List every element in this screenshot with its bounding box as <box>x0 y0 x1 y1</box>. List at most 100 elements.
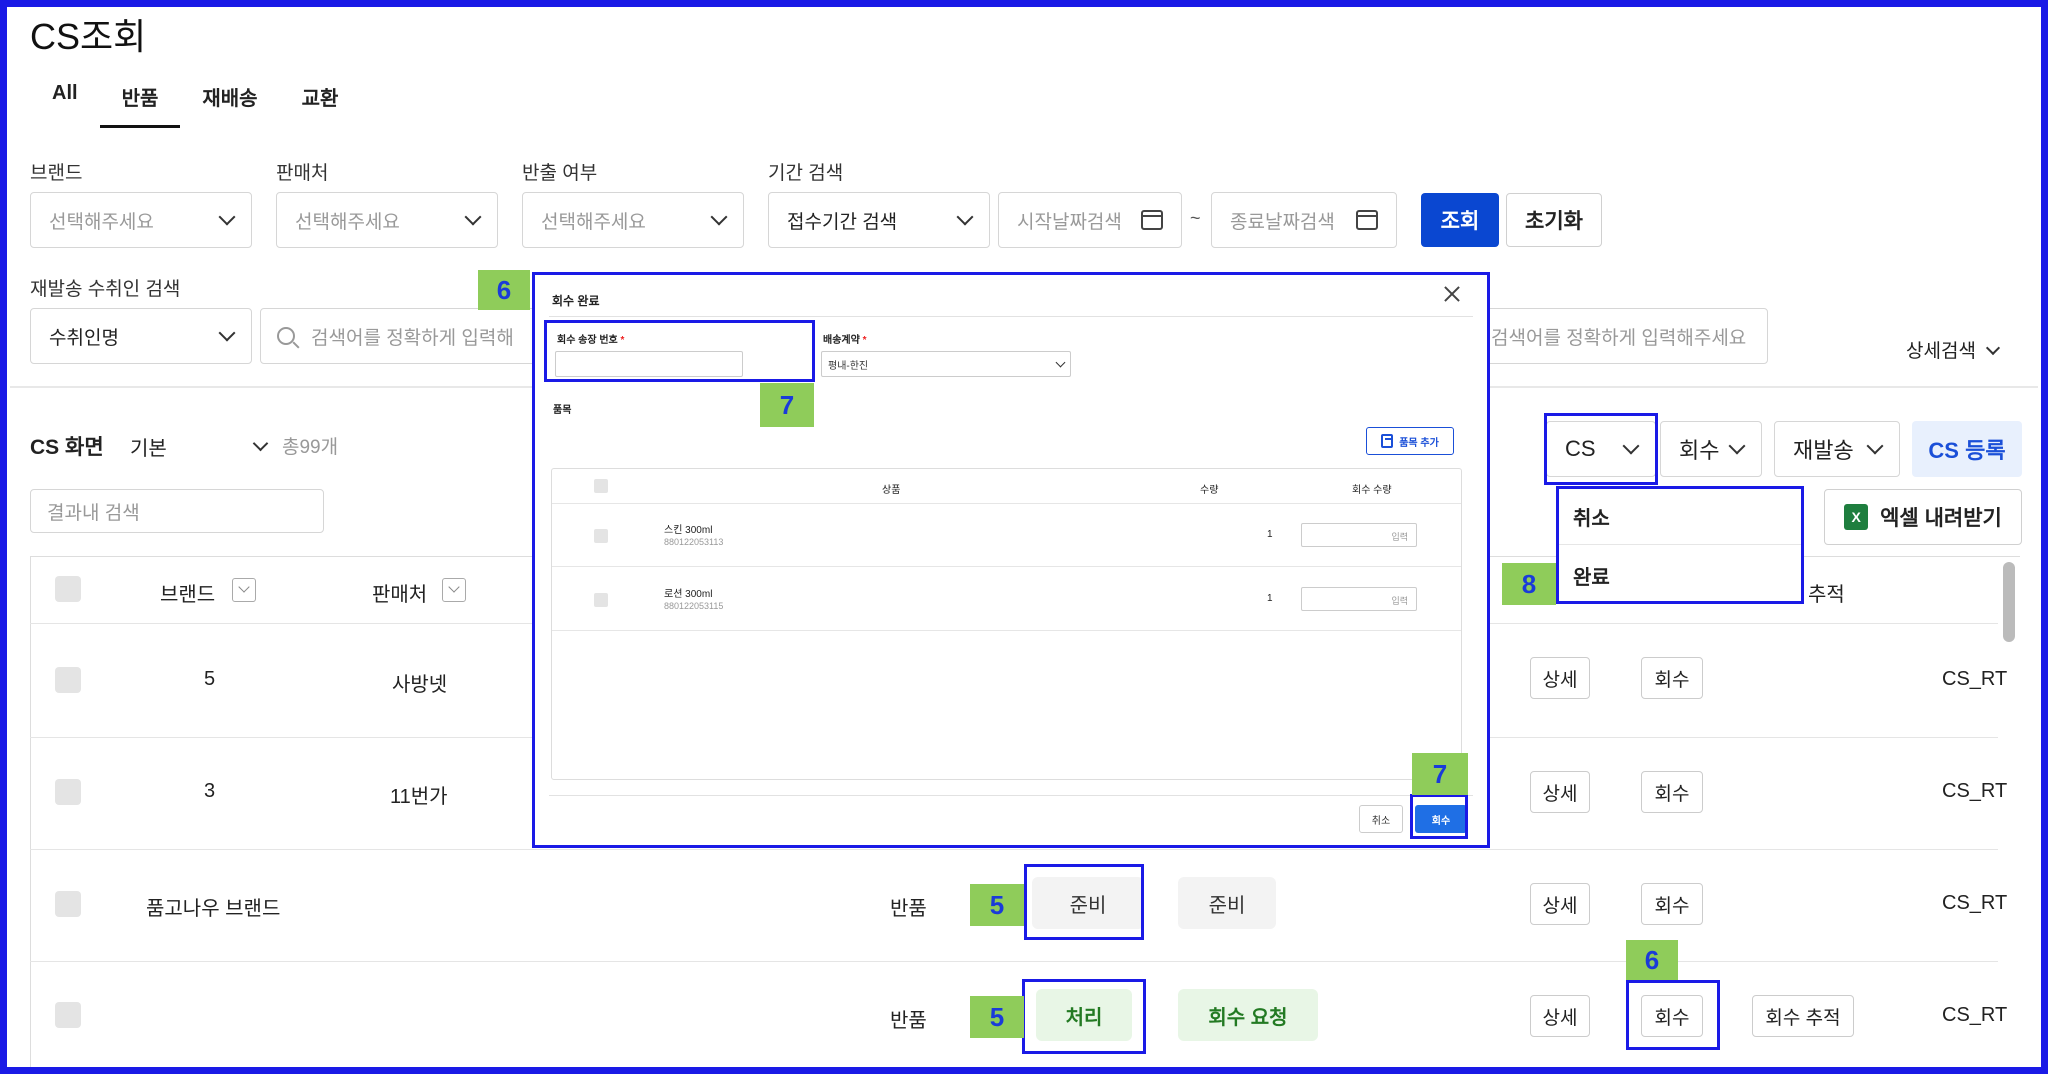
collect-button[interactable]: 회수 <box>1641 995 1703 1037</box>
add-item-button[interactable]: 품목 추가 <box>1366 427 1454 455</box>
annotation-marker: 7 <box>1412 753 1468 795</box>
resend-action-select[interactable]: 재발송 <box>1774 421 1900 477</box>
collect-qty-input[interactable]: 입력 <box>1301 587 1417 611</box>
detail-button[interactable]: 상세 <box>1530 995 1590 1037</box>
shipout-select[interactable]: 선택해주세요 <box>522 192 744 248</box>
detail-button[interactable]: 상세 <box>1530 883 1590 925</box>
row-checkbox[interactable] <box>55 779 81 805</box>
calendar-icon[interactable] <box>1141 210 1163 230</box>
period-type-select[interactable]: 접수기간 검색 <box>768 192 990 248</box>
row-checkbox[interactable] <box>55 891 81 917</box>
modal-footer-divider <box>549 795 1473 796</box>
menu-item-cancel[interactable]: 취소 <box>1559 489 1801 545</box>
row-seller: 사방넷 <box>392 674 448 696</box>
detail-button[interactable]: 상세 <box>1530 657 1590 699</box>
modal-row-divider <box>552 503 1461 504</box>
modal-confirm-button[interactable]: 회수 <box>1415 805 1467 833</box>
brand-column-header: 브랜드 <box>160 584 216 606</box>
seller-filter-label: 판매처 <box>276 163 329 184</box>
item-checkbox[interactable] <box>594 593 608 607</box>
tab-bar: All 반품 재배송 교환 <box>30 78 360 128</box>
start-date-input[interactable]: 시작날짜검색 <box>998 192 1182 248</box>
contract-select[interactable]: 평내-한진 <box>821 351 1071 377</box>
item-checkbox[interactable] <box>594 529 608 543</box>
recipient-search-placeholder: 검색어를 정확하게 입력해 <box>311 327 514 349</box>
menu-item-complete[interactable]: 완료 <box>1559 547 1801 603</box>
excel-download-label: 엑셀 내려받기 <box>1880 507 2002 530</box>
seller-column-header: 판매처 <box>372 584 428 606</box>
tracking-column-header: 추적 <box>1808 584 1845 606</box>
collect-action-select[interactable]: 회수 <box>1660 421 1762 477</box>
result-search-input[interactable]: 결과내 검색 <box>30 489 324 533</box>
qty-column-header: 수량 <box>1200 485 1219 496</box>
item-code: 880122053115 <box>664 601 724 611</box>
reset-button[interactable]: 초기화 <box>1506 193 1602 247</box>
modal-title: 회수 완료 <box>552 294 600 308</box>
shipout-select-value: 선택해주세요 <box>541 211 646 233</box>
modal-header-divider <box>549 316 1473 317</box>
invoice-number-label: 회수 송장 번호 * <box>557 335 625 346</box>
seller-select[interactable]: 선택해주세요 <box>276 192 498 248</box>
period-filter-label: 기간 검색 <box>768 163 844 184</box>
collect-qty-input[interactable]: 입력 <box>1301 523 1417 547</box>
page-title: CS조회 <box>30 16 147 57</box>
row-checkbox[interactable] <box>55 667 81 693</box>
detail-search-toggle[interactable]: 상세검색 <box>1906 336 2000 363</box>
collect-button[interactable]: 회수 <box>1641 657 1703 699</box>
chevron-down-icon <box>1728 437 1746 455</box>
total-count: 총99개 <box>282 437 339 458</box>
view-select[interactable]: 기본 <box>130 432 269 461</box>
result-search-placeholder: 결과내 검색 <box>47 502 140 524</box>
collect-button[interactable]: 회수 <box>1641 771 1703 813</box>
collect-tracking-button[interactable]: 회수 추적 <box>1752 995 1854 1037</box>
cs-id: CS_RT <box>1942 668 2008 690</box>
product-column-header: 상품 <box>882 485 901 496</box>
tab-resend[interactable]: 재배송 <box>180 78 279 128</box>
calendar-icon[interactable] <box>1356 210 1378 230</box>
status-badge: 준비 <box>1178 877 1276 929</box>
modal-items-table: 상품 수량 회수 수량 스킨 300ml 880122053113 1 입력 로… <box>551 468 1462 780</box>
cs-id: CS_RT <box>1942 892 2008 914</box>
modal-cancel-button[interactable]: 취소 <box>1359 805 1403 833</box>
invoice-number-input[interactable] <box>555 351 743 377</box>
row-cs-type: 반품 <box>890 898 927 920</box>
collect-action-value: 회수 <box>1679 438 1720 463</box>
collect-button[interactable]: 회수 <box>1641 883 1703 925</box>
cs-id: CS_RT <box>1942 1004 2008 1026</box>
search-button[interactable]: 조회 <box>1421 193 1499 247</box>
cs-id: CS_RT <box>1942 780 2008 802</box>
date-range-separator: ~ <box>1190 208 1201 228</box>
cs-dropdown-menu: 취소 완료 <box>1556 486 1804 604</box>
detail-button[interactable]: 상세 <box>1530 771 1590 813</box>
brand-sort-button[interactable] <box>232 578 256 602</box>
recipient-search-input[interactable]: 검색어를 정확하게 입력해 <box>260 308 550 364</box>
cs-register-button[interactable]: CS 등록 <box>1912 421 2022 477</box>
end-date-input[interactable]: 종료날짜검색 <box>1211 192 1397 248</box>
tab-return[interactable]: 반품 <box>99 78 181 128</box>
tab-all[interactable]: All <box>30 78 100 128</box>
chevron-down-icon <box>1985 340 2000 356</box>
close-icon[interactable] <box>1443 285 1461 303</box>
excel-download-button[interactable]: X 엑셀 내려받기 <box>1824 489 2022 545</box>
item-name: 로션 300ml <box>664 589 713 600</box>
cs-screen-label: CS 화면 <box>30 436 104 459</box>
chevron-down-icon <box>218 208 236 226</box>
chevron-down-icon <box>1866 437 1884 455</box>
seller-sort-button[interactable] <box>442 578 466 602</box>
add-item-label: 품목 추가 <box>1399 437 1439 449</box>
annotation-marker: 8 <box>1502 563 1556 605</box>
select-all-checkbox[interactable] <box>55 576 81 602</box>
cs-action-select[interactable]: CS <box>1546 421 1656 477</box>
recipient-type-select[interactable]: 수취인명 <box>30 308 252 364</box>
brand-select[interactable]: 선택해주세요 <box>30 192 252 248</box>
tab-exchange[interactable]: 교환 <box>280 78 361 128</box>
add-document-icon <box>1381 434 1394 448</box>
keyword-search-input[interactable]: 검색어를 정확하게 입력해주세요 <box>1470 308 1768 364</box>
contract-label: 배송계약 * <box>823 335 867 346</box>
table-scrollbar[interactable] <box>2003 562 2015 642</box>
detail-search-label: 상세검색 <box>1906 341 1976 362</box>
modal-select-all-checkbox[interactable] <box>594 479 608 493</box>
brand-select-value: 선택해주세요 <box>49 211 154 233</box>
row-checkbox[interactable] <box>55 1002 81 1028</box>
chevron-down-icon <box>1622 437 1640 455</box>
